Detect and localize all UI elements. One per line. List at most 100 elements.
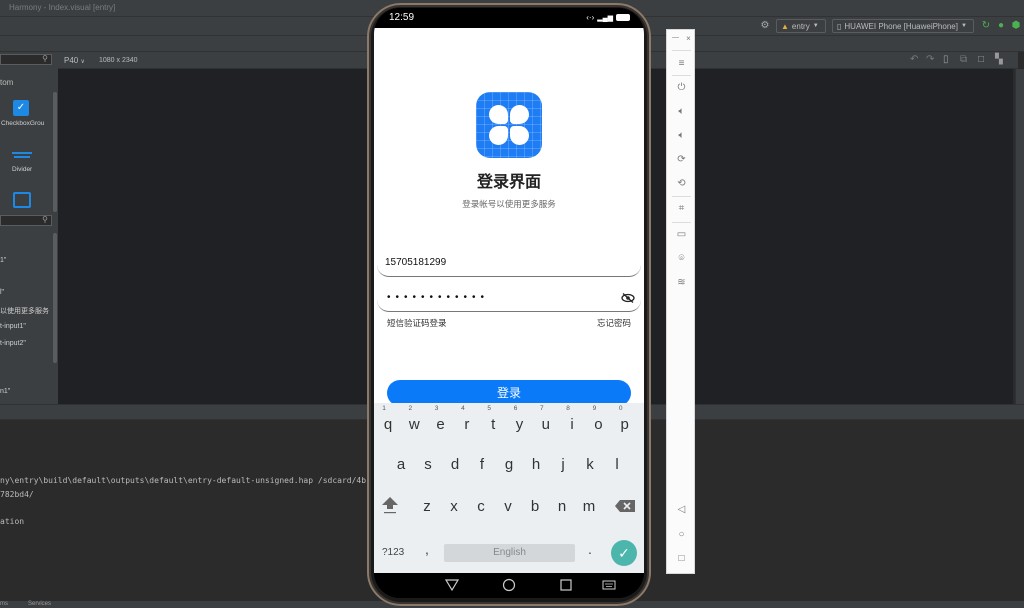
scrollbar[interactable] bbox=[53, 92, 57, 212]
zoom-fit-icon[interactable]: ⧉ bbox=[960, 54, 967, 65]
keyboard-toggle-icon[interactable] bbox=[602, 578, 616, 592]
key-w[interactable]: 2w bbox=[401, 405, 427, 433]
key-u[interactable]: 7u bbox=[533, 405, 559, 433]
data-transfer-icon: ‹·› bbox=[586, 13, 595, 22]
tree-search-input[interactable]: ⚲ bbox=[0, 215, 52, 226]
key-i[interactable]: 8i bbox=[559, 405, 585, 433]
key-f[interactable]: f bbox=[469, 456, 495, 473]
close-icon[interactable]: × bbox=[674, 34, 703, 43]
key-t[interactable]: 5t bbox=[480, 405, 506, 433]
tree-item[interactable]: n1" bbox=[0, 388, 10, 395]
menu-icon[interactable]: ≡ bbox=[667, 58, 696, 69]
tree-item[interactable]: 以使用更多服务 bbox=[0, 306, 49, 316]
tree-item[interactable]: t-input2" bbox=[0, 340, 26, 347]
scrollbar[interactable] bbox=[53, 233, 57, 363]
frame-icon[interactable]: □ bbox=[978, 54, 984, 65]
redo-icon[interactable]: ↷ bbox=[926, 54, 934, 65]
status-tab[interactable]: ms bbox=[0, 601, 8, 607]
location-pin-icon[interactable]: ⌾ bbox=[667, 253, 696, 264]
rotate-left-icon[interactable]: ⟲ bbox=[667, 178, 696, 189]
tree-item[interactable]: 1" bbox=[0, 257, 6, 264]
space-key[interactable]: English bbox=[444, 544, 575, 562]
key-number-hint: 6 bbox=[513, 405, 518, 412]
comma-key[interactable]: , bbox=[425, 541, 429, 557]
undo-icon[interactable]: ↶ bbox=[910, 54, 918, 65]
volume-down-icon[interactable]: 🔈︎ bbox=[667, 130, 696, 141]
debug-bug-icon[interactable]: ● bbox=[995, 20, 1007, 32]
emulator-side-toolbar: — × ≡ ⏻ 🔈︎ 🔈︎ ⟳ ⟲ ⌗ ▭ ⌾ ≋ ◁ ○ □ bbox=[666, 29, 695, 574]
key-x[interactable]: x bbox=[441, 498, 467, 515]
key-j[interactable]: j bbox=[550, 456, 576, 473]
shift-key[interactable] bbox=[378, 495, 402, 515]
key-label: r bbox=[464, 416, 470, 433]
tree-item[interactable]: t-input1" bbox=[0, 323, 26, 330]
wifi-icon[interactable]: ≋ bbox=[667, 277, 696, 288]
key-a[interactable]: a bbox=[388, 456, 414, 473]
enter-check-key[interactable]: ✓ bbox=[611, 540, 637, 566]
eye-hidden-icon[interactable] bbox=[621, 293, 635, 303]
key-n[interactable]: n bbox=[549, 498, 575, 515]
device-model-selector[interactable]: P40 ∨ bbox=[64, 56, 85, 65]
account-input[interactable]: 15705181299 bbox=[377, 244, 641, 277]
key-z[interactable]: z bbox=[414, 498, 440, 515]
search-icon: ⚲ bbox=[42, 215, 48, 224]
back-triangle-icon[interactable]: ◁ bbox=[667, 504, 696, 515]
key-g[interactable]: g bbox=[496, 456, 522, 473]
chevron-down-icon: ▼ bbox=[960, 23, 967, 29]
screenshot-crop-icon[interactable]: ⌗ bbox=[667, 203, 696, 214]
key-v[interactable]: v bbox=[495, 498, 521, 515]
home-circle-icon[interactable] bbox=[502, 578, 516, 592]
rerun-icon[interactable]: ↻ bbox=[980, 20, 992, 32]
device-model-label: P40 bbox=[64, 56, 79, 65]
recents-square-icon[interactable]: □ bbox=[667, 553, 696, 564]
symbols-key[interactable]: ?123 bbox=[382, 547, 404, 558]
log-line: 782bd4/ bbox=[0, 490, 34, 499]
backspace-key[interactable] bbox=[614, 499, 636, 513]
key-r[interactable]: 4r bbox=[454, 405, 480, 433]
key-c[interactable]: c bbox=[468, 498, 494, 515]
grid-icon[interactable] bbox=[13, 192, 31, 208]
checkbox-icon[interactable]: ✓ bbox=[13, 100, 29, 116]
key-label: u bbox=[541, 416, 550, 433]
key-d[interactable]: d bbox=[442, 456, 468, 473]
module-selector[interactable]: ▲ entry ▼ bbox=[776, 19, 826, 33]
device-selector[interactable]: ▯ HUAWEI Phone [HuaweiPhone] ▼ bbox=[832, 19, 974, 33]
volume-up-icon[interactable]: 🔈︎ bbox=[667, 106, 696, 117]
key-h[interactable]: h bbox=[523, 456, 549, 473]
settings-gear-icon[interactable]: ⚙ bbox=[759, 20, 771, 32]
key-k[interactable]: k bbox=[577, 456, 603, 473]
rotate-right-icon[interactable]: ⟳ bbox=[667, 154, 696, 165]
key-b[interactable]: b bbox=[522, 498, 548, 515]
status-tab-services[interactable]: Services bbox=[28, 601, 51, 607]
home-circle-icon[interactable]: ○ bbox=[667, 529, 696, 540]
key-p[interactable]: 0p bbox=[612, 405, 638, 433]
forgot-password-link[interactable]: 忘记密码 bbox=[597, 317, 631, 329]
search-icon: ⚲ bbox=[42, 54, 48, 63]
layout-icon[interactable]: ▚ bbox=[995, 54, 1003, 65]
log-line: ation bbox=[0, 517, 25, 526]
recents-square-icon[interactable] bbox=[559, 578, 573, 592]
component-tree: 1" l" 以使用更多服务 t-input1" t-input2" n1" bbox=[0, 229, 58, 404]
password-input[interactable]: •••••••••••• bbox=[377, 279, 641, 312]
rotate-device-icon[interactable]: ▯ bbox=[943, 54, 949, 65]
power-icon[interactable]: ⏻ bbox=[667, 82, 696, 93]
back-triangle-icon[interactable] bbox=[445, 578, 459, 592]
key-label: e bbox=[436, 416, 445, 433]
key-y[interactable]: 6y bbox=[507, 405, 533, 433]
divider-icon[interactable] bbox=[12, 152, 32, 154]
tree-item[interactable]: l" bbox=[0, 289, 4, 296]
key-m[interactable]: m bbox=[576, 498, 602, 515]
period-key[interactable]: . bbox=[588, 541, 592, 557]
key-o[interactable]: 9o bbox=[585, 405, 611, 433]
key-q[interactable]: 1q bbox=[375, 405, 401, 433]
battery-settings-icon[interactable]: ▭ bbox=[667, 229, 696, 240]
component-search-input[interactable]: ⚲ bbox=[0, 54, 52, 65]
login-page: 登录界面 登录帐号以使用更多服务 15705181299 •••••••••••… bbox=[374, 28, 644, 406]
key-number-hint: 2 bbox=[408, 405, 413, 412]
key-e[interactable]: 3e bbox=[428, 405, 454, 433]
key-l[interactable]: l bbox=[604, 456, 630, 473]
key-number-hint: 4 bbox=[461, 405, 465, 412]
key-s[interactable]: s bbox=[415, 456, 441, 473]
sms-login-link[interactable]: 短信验证码登录 bbox=[387, 317, 447, 329]
attach-debugger-icon[interactable]: ⬢ bbox=[1010, 20, 1022, 32]
